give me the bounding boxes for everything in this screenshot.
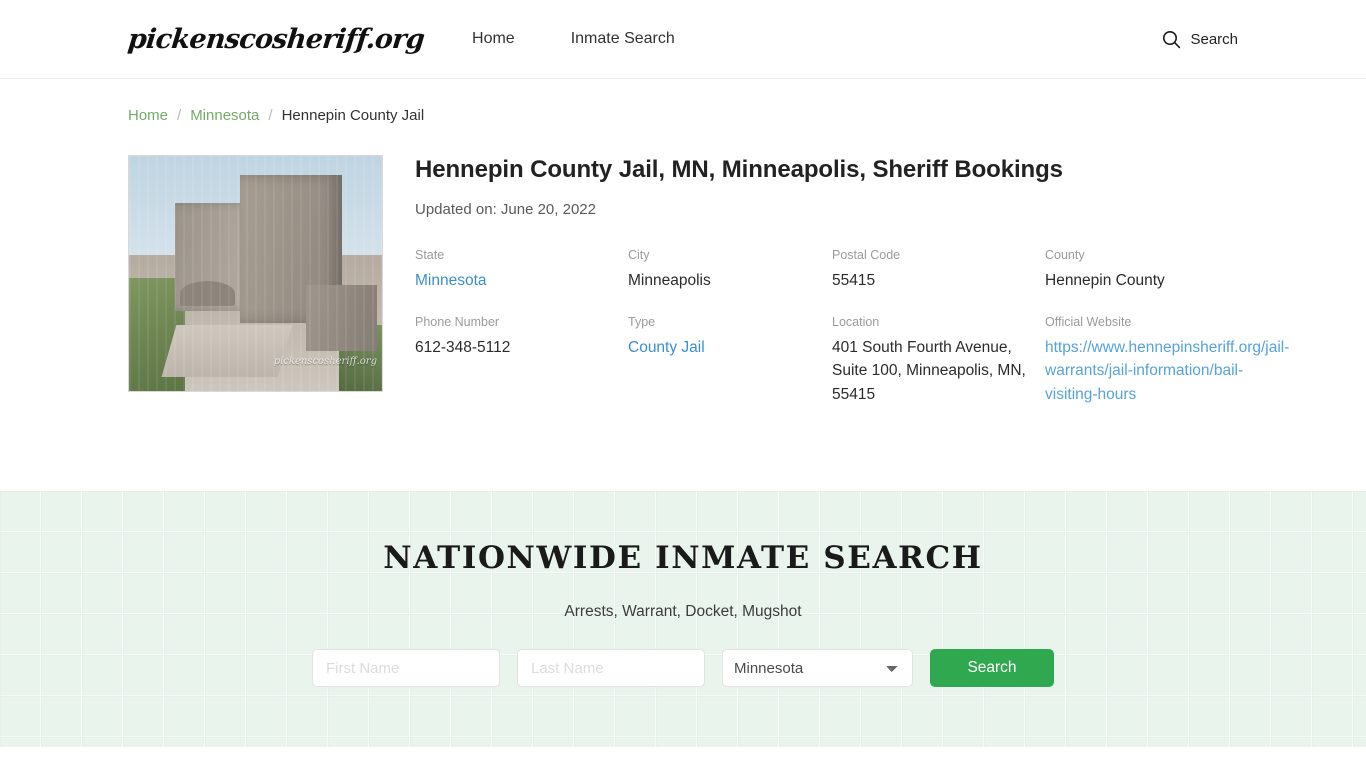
field-label: State bbox=[415, 248, 445, 262]
field-value-phone-number: 612-348-5112 bbox=[415, 338, 511, 356]
field-value-state[interactable]: Minnesota bbox=[415, 272, 487, 289]
field-phone-number: Phone Number 612-348-5112 bbox=[415, 315, 628, 407]
field-city: City Minneapolis bbox=[628, 248, 832, 293]
nav-item-inmate-search[interactable]: Inmate Search bbox=[559, 30, 687, 48]
facility-summary: pickenscosheriff.org Hennepin County Jai… bbox=[128, 155, 1289, 407]
breadcrumb: Home / Minnesota / Hennepin County Jail bbox=[128, 79, 1238, 124]
inmate-search-form: Minnesota Search bbox=[0, 649, 1366, 687]
field-county: County Hennepin County bbox=[1045, 248, 1303, 293]
site-logo[interactable]: pickenscosheriff.org bbox=[126, 24, 425, 55]
breadcrumb-item-home[interactable]: Home bbox=[128, 107, 168, 124]
nationwide-search-section: NATIONWIDE INMATE SEARCH Arrests, Warran… bbox=[0, 491, 1366, 747]
field-value-location: 401 South Fourth Avenue, Suite 100, Minn… bbox=[832, 338, 1026, 403]
field-postal-code: Postal Code 55415 bbox=[832, 248, 1045, 293]
nav-item-home[interactable]: Home bbox=[460, 30, 527, 48]
updated-date: Updated on: June 20, 2022 bbox=[415, 201, 596, 218]
field-label: Official Website bbox=[1045, 314, 1132, 329]
search-icon bbox=[1162, 30, 1181, 49]
main-content: Home / Minnesota / Hennepin County Jail … bbox=[0, 79, 1366, 407]
header-search-label: Search bbox=[1190, 30, 1238, 48]
breadcrumb-separator: / bbox=[268, 107, 273, 124]
field-value-official-website[interactable]: https://www.hennepinsheriff.org/jail-war… bbox=[1045, 339, 1289, 403]
field-value-postal-code: 55415 bbox=[832, 272, 876, 289]
page-title: Hennepin County Jail, MN, Minneapolis, S… bbox=[415, 156, 1063, 183]
search-submit-button[interactable]: Search bbox=[930, 649, 1054, 687]
breadcrumb-item-minnesota[interactable]: Minnesota bbox=[190, 107, 259, 124]
breadcrumb-item-current: Hennepin County Jail bbox=[281, 107, 425, 124]
field-state: State Minnesota bbox=[415, 248, 628, 293]
breadcrumb-separator: / bbox=[177, 107, 182, 124]
field-type: Type County Jail bbox=[628, 315, 832, 407]
main-nav: Home Inmate Search bbox=[460, 30, 719, 48]
field-label: City bbox=[628, 248, 650, 262]
state-select[interactable]: Minnesota bbox=[722, 649, 913, 687]
field-value-type[interactable]: County Jail bbox=[628, 339, 705, 356]
field-label: County bbox=[1045, 248, 1085, 262]
field-value-city: Minneapolis bbox=[628, 272, 711, 289]
field-official-website: Official Website https://www.hennepinshe… bbox=[1045, 315, 1303, 407]
field-value-county: Hennepin County bbox=[1045, 272, 1165, 289]
facility-fields: State Minnesota City Minneapolis Postal … bbox=[415, 248, 1289, 407]
photo-watermark: pickenscosheriff.org bbox=[273, 356, 377, 367]
last-name-input[interactable] bbox=[517, 649, 705, 687]
field-label: Postal Code bbox=[832, 248, 901, 262]
first-name-input[interactable] bbox=[312, 649, 500, 687]
field-location: Location 401 South Fourth Avenue, Suite … bbox=[832, 315, 1045, 407]
field-label: Phone Number bbox=[415, 314, 500, 329]
field-label: Type bbox=[628, 314, 656, 329]
facility-photo: pickenscosheriff.org bbox=[128, 155, 383, 392]
header-search-button[interactable]: Search bbox=[1162, 30, 1238, 49]
facility-details: Hennepin County Jail, MN, Minneapolis, S… bbox=[415, 155, 1289, 407]
search-section-subtitle: Arrests, Warrant, Docket, Mugshot bbox=[564, 603, 802, 620]
search-section-title: NATIONWIDE INMATE SEARCH bbox=[383, 540, 983, 576]
field-label: Location bbox=[832, 314, 880, 329]
site-header: pickenscosheriff.org Home Inmate Search … bbox=[0, 0, 1366, 79]
